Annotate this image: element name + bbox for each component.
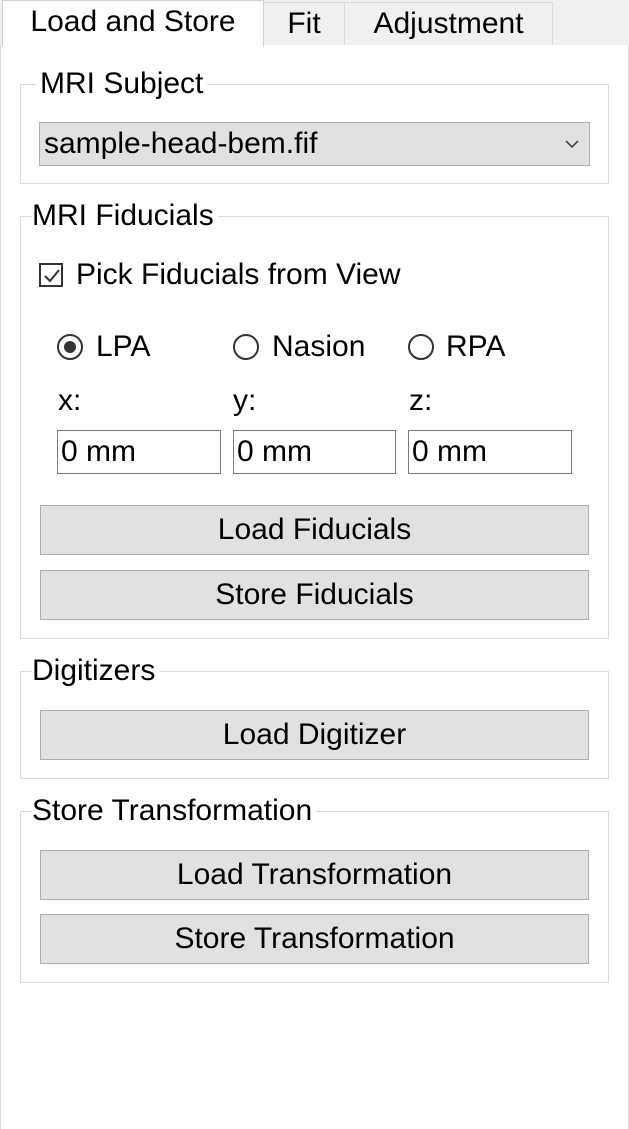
tab-bar: Load and Store Fit Adjustment xyxy=(0,0,629,47)
mri-subject-legend: MRI Subject xyxy=(36,66,208,102)
radio-lpa[interactable] xyxy=(57,334,83,360)
pick-fiducials-checkbox[interactable] xyxy=(39,263,63,287)
chevron-down-icon xyxy=(565,140,579,149)
radio-rpa-label: RPA xyxy=(446,330,506,363)
y-label: y: xyxy=(233,384,257,417)
z-label: z: xyxy=(409,384,433,417)
load-fiducials-button[interactable]: Load Fiducials xyxy=(40,505,589,555)
store-transformation-button[interactable]: Store Transformation xyxy=(40,914,589,964)
pick-fiducials-label: Pick Fiducials from View xyxy=(76,258,401,291)
tab-adjustment[interactable]: Adjustment xyxy=(344,2,553,46)
z-field[interactable]: 0 mm xyxy=(408,430,572,474)
mri-fiducials-legend: MRI Fiducials xyxy=(32,198,218,234)
load-transformation-button[interactable]: Load Transformation xyxy=(40,850,589,900)
radio-rpa[interactable] xyxy=(408,334,434,360)
digitizers-legend: Digitizers xyxy=(32,653,160,689)
checkmark-icon xyxy=(44,269,60,283)
radio-nasion-label: Nasion xyxy=(272,330,366,363)
radio-lpa-label: LPA xyxy=(96,330,151,363)
radio-selected-dot xyxy=(64,341,76,353)
radio-nasion[interactable] xyxy=(233,334,259,360)
mri-subject-select[interactable]: sample-head-bem.fif xyxy=(39,122,590,166)
load-digitizer-button[interactable]: Load Digitizer xyxy=(40,710,589,760)
tab-load-and-store[interactable]: Load and Store xyxy=(2,0,264,47)
x-label: x: xyxy=(58,384,82,417)
x-field[interactable]: 0 mm xyxy=(57,430,221,474)
store-transformation-legend: Store Transformation xyxy=(32,793,317,829)
tab-fit[interactable]: Fit xyxy=(263,2,345,46)
store-fiducials-button[interactable]: Store Fiducials xyxy=(40,570,589,620)
mri-subject-value: sample-head-bem.fif xyxy=(44,127,318,160)
y-field[interactable]: 0 mm xyxy=(233,430,396,474)
